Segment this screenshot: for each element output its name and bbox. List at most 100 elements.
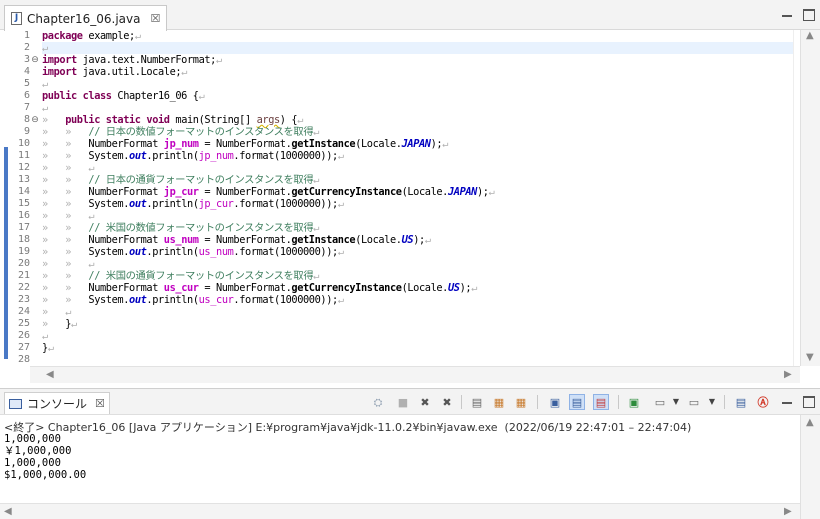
code-line[interactable]: » » // 日本の数値フォーマットのインスタンスを取得↵ [42, 126, 800, 138]
code-line[interactable]: » » NumberFormat us_num = NumberFormat.g… [42, 234, 800, 246]
scroll-right-icon[interactable]: ▶ [784, 506, 792, 517]
whitespace-marker: » » [42, 198, 89, 210]
code-line[interactable]: ↵ [42, 42, 800, 54]
whitespace-marker: ↵ [424, 234, 431, 246]
code-line[interactable]: » }↵ [42, 318, 800, 330]
code-line[interactable]: ↵ [42, 330, 800, 342]
fold-collapse-icon[interactable]: ⊖ [30, 54, 40, 66]
code-line[interactable]: » » System.out.println(jp_num.format(100… [42, 150, 800, 162]
code-line[interactable]: » » // 米国の数値フォーマットのインスタンスを取得↵ [42, 222, 800, 234]
code-line[interactable]: » » NumberFormat jp_cur = NumberFormat.g… [42, 186, 800, 198]
scroll-lock-icon[interactable]: ▤ [469, 394, 485, 410]
chevron-down-icon[interactable]: ▼ [668, 394, 684, 410]
console-output[interactable]: 1,000,000 ￥1,000,000 1,000,000 $1,000,000.0… [4, 433, 86, 481]
new-window-icon[interactable]: ▭ [686, 394, 702, 410]
fold-collapse-icon[interactable]: ⊖ [30, 114, 40, 126]
whitespace-marker: ↵ [215, 54, 222, 66]
whitespace-marker: ↵ [313, 126, 320, 138]
pin-icon[interactable]: ⛭ [370, 394, 386, 410]
code-line[interactable]: ↵ [42, 102, 800, 114]
whitespace-marker: ↵ [488, 186, 495, 198]
console-output-line: 1,000,000 [4, 457, 61, 469]
console-horizontal-scrollbar[interactable]: ◀ ▶ [0, 503, 800, 519]
chevron-down-icon[interactable]: ▼ [704, 394, 720, 410]
maximize-icon[interactable] [803, 9, 815, 21]
copy-icon[interactable]: ▣ [626, 394, 642, 410]
code-line[interactable]: » » NumberFormat us_cur = NumberFormat.g… [42, 282, 800, 294]
remove-launch-icon[interactable]: ✖ [417, 394, 433, 410]
new-console-icon[interactable]: ▤ [593, 394, 609, 410]
console-vertical-scrollbar[interactable]: ▲ [800, 415, 820, 519]
code-line[interactable]: » ↵ [42, 306, 800, 318]
minimize-icon[interactable] [781, 9, 793, 21]
display-console-icon[interactable]: ▭ [652, 394, 668, 410]
code-line[interactable]: }↵ [42, 342, 800, 354]
open-console-icon[interactable]: ▤ [569, 394, 585, 410]
maximize-icon[interactable] [803, 396, 815, 408]
code-token: jp_cur [198, 198, 234, 210]
code-editor[interactable]: 1 2 3 4 5 6 7 8 9 10 11 12 13 14 15 16 17 18 19 20 21 22 23 24 2… [0, 30, 800, 366]
close-icon[interactable]: ☒ [150, 12, 160, 25]
scroll-left-icon[interactable]: ◀ [46, 369, 54, 380]
code-line[interactable]: » » System.out.println(jp_cur.format(100… [42, 198, 800, 210]
code-line[interactable]: » » ↵ [42, 258, 800, 270]
code-line[interactable]: » » // 日本の通貨フォーマットのインスタンスを取得↵ [42, 174, 800, 186]
code-line[interactable]: » » System.out.println(us_cur.format(100… [42, 294, 800, 306]
whitespace-marker: ↵ [198, 90, 205, 102]
clipboard-icon[interactable]: ▤ [733, 394, 749, 410]
editor-horizontal-scrollbar[interactable]: ◀ ▶ [30, 366, 800, 383]
code-token: out [129, 150, 147, 162]
editor-vertical-scrollbar[interactable]: ▲ ▼ [800, 30, 820, 366]
code-line[interactable] [42, 354, 800, 366]
console-tab[interactable]: コンソール ☒ [4, 392, 110, 414]
code-line[interactable]: package example;↵ [42, 30, 800, 42]
remove-all-icon[interactable]: ✖ [439, 394, 455, 410]
whitespace-marker: » » [42, 174, 89, 186]
code-line[interactable]: » » // 米国の通貨フォーマットのインスタンスを取得↵ [42, 270, 800, 282]
scroll-left-icon[interactable]: ◀ [4, 506, 12, 517]
line-number: 27 [17, 342, 30, 353]
word-wrap-icon[interactable]: ▦ [491, 394, 507, 410]
scroll-down-icon[interactable]: ▼ [806, 352, 814, 363]
line-number: 22 [17, 282, 30, 293]
code-line[interactable]: » public static void main(String[] args)… [42, 114, 800, 126]
editor-tab[interactable]: J Chapter16_06.java ☒ [4, 5, 168, 31]
whitespace-marker: » [42, 114, 66, 126]
whitespace-marker: » » [42, 294, 89, 306]
code-line[interactable]: ↵ [42, 78, 800, 90]
scroll-up-icon[interactable]: ▲ [806, 417, 814, 428]
java-file-icon: J [11, 12, 22, 25]
code-line[interactable]: » » NumberFormat jp_num = NumberFormat.g… [42, 138, 800, 150]
code-line[interactable]: import java.util.Locale;↵ [42, 66, 800, 78]
line-number: 16 [17, 210, 30, 221]
code-line[interactable]: public class Chapter16_06 {↵ [42, 90, 800, 102]
minimize-icon[interactable] [781, 396, 793, 408]
code-line[interactable]: » » ↵ [42, 210, 800, 222]
code-text[interactable]: package example;↵ ↵ import java.text.Numbe… [42, 30, 800, 366]
scroll-up-icon[interactable]: ▲ [806, 30, 814, 41]
error-icon[interactable]: Ⓐ [755, 394, 771, 410]
console-status-line: <終了> Chapter16_06 [Java アプリケーション] E:¥pro… [4, 421, 692, 434]
display-selected-icon[interactable]: ▣ [547, 394, 563, 410]
line-number: 23 [17, 294, 30, 305]
scroll-right-icon[interactable]: ▶ [784, 369, 792, 380]
line-number: 3 [23, 54, 30, 65]
whitespace-marker: » » [42, 150, 89, 162]
code-line[interactable]: » » ↵ [42, 162, 800, 174]
code-token: .format(1000000)); [233, 198, 338, 210]
close-icon[interactable]: ☒ [95, 397, 105, 410]
code-line[interactable]: » » System.out.println(us_num.format(100… [42, 246, 800, 258]
code-line[interactable]: import java.text.NumberFormat;↵ [42, 54, 800, 66]
terminate-icon[interactable]: ■ [395, 394, 411, 410]
show-console-icon[interactable]: ▦ [513, 394, 529, 410]
